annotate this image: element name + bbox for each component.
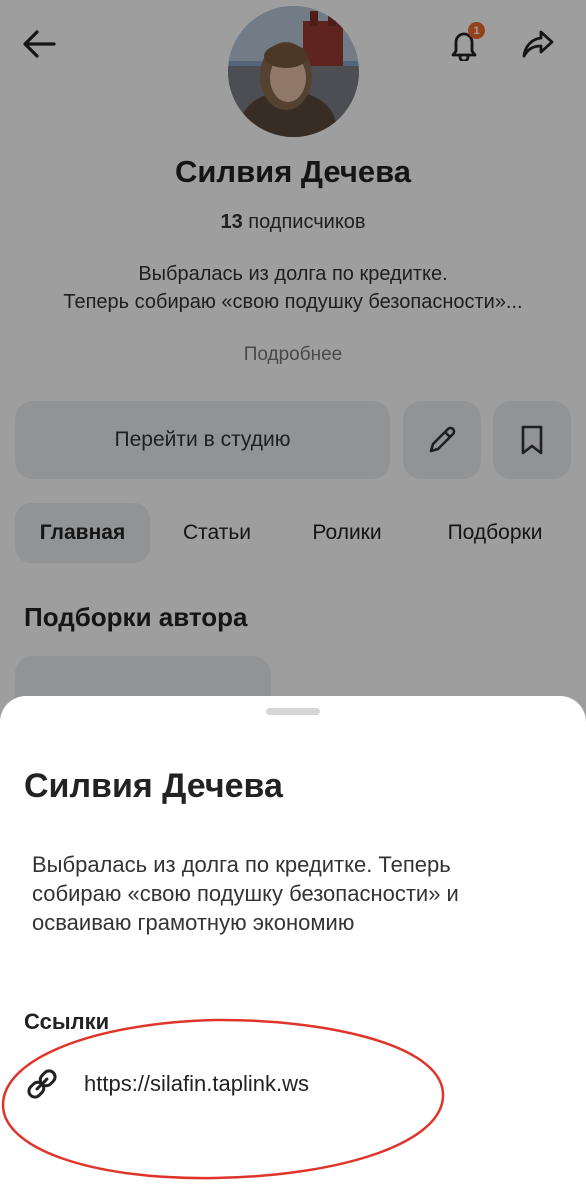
sheet-title: Силвия Дечева [24, 767, 283, 805]
sheet-description: Выбралась из долга по кредитке. Теперь с… [32, 852, 459, 935]
author-info-sheet: Силвия Дечева Выбралась из долга по кред… [0, 696, 586, 1200]
sheet-grabber[interactable] [266, 708, 320, 715]
link-icon [20, 1062, 64, 1106]
link-url: https://silafin.taplink.ws [84, 1071, 309, 1096]
link-item[interactable]: https://silafin.taplink.ws [20, 1056, 440, 1112]
links-heading: Ссылки [24, 1009, 110, 1034]
